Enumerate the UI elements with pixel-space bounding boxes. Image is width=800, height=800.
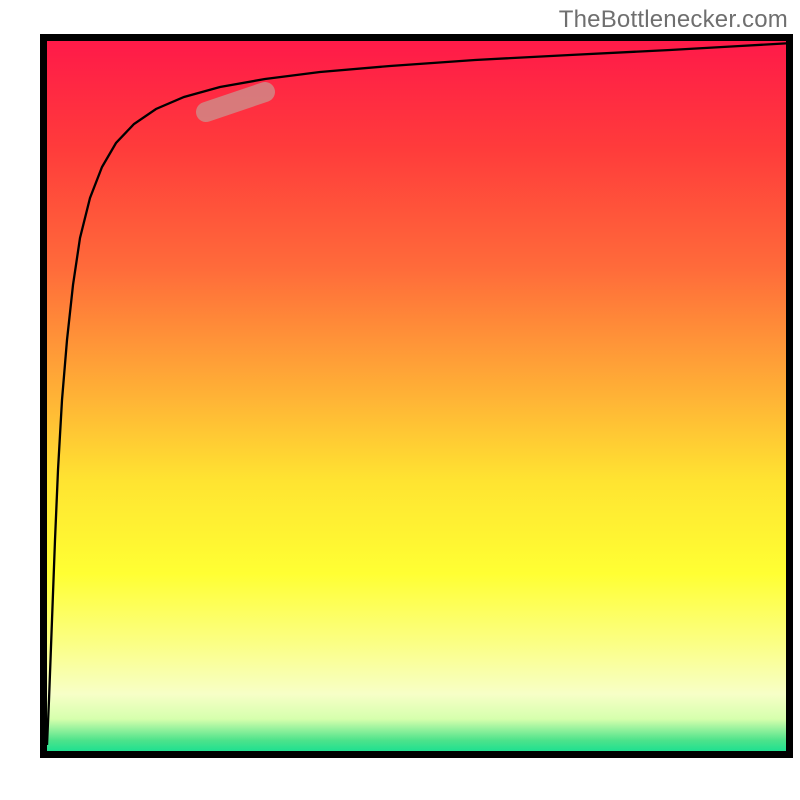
plot-frame-right (786, 34, 793, 758)
plot-frame-left (40, 34, 47, 758)
attribution-label: TheBottlenecker.com (559, 6, 788, 34)
chart-container: TheBottlenecker.com (0, 0, 800, 800)
plot-background (47, 41, 786, 751)
plot-frame-top (40, 34, 793, 41)
plot-frame-bottom (40, 751, 793, 758)
bottleneck-chart (0, 0, 800, 800)
